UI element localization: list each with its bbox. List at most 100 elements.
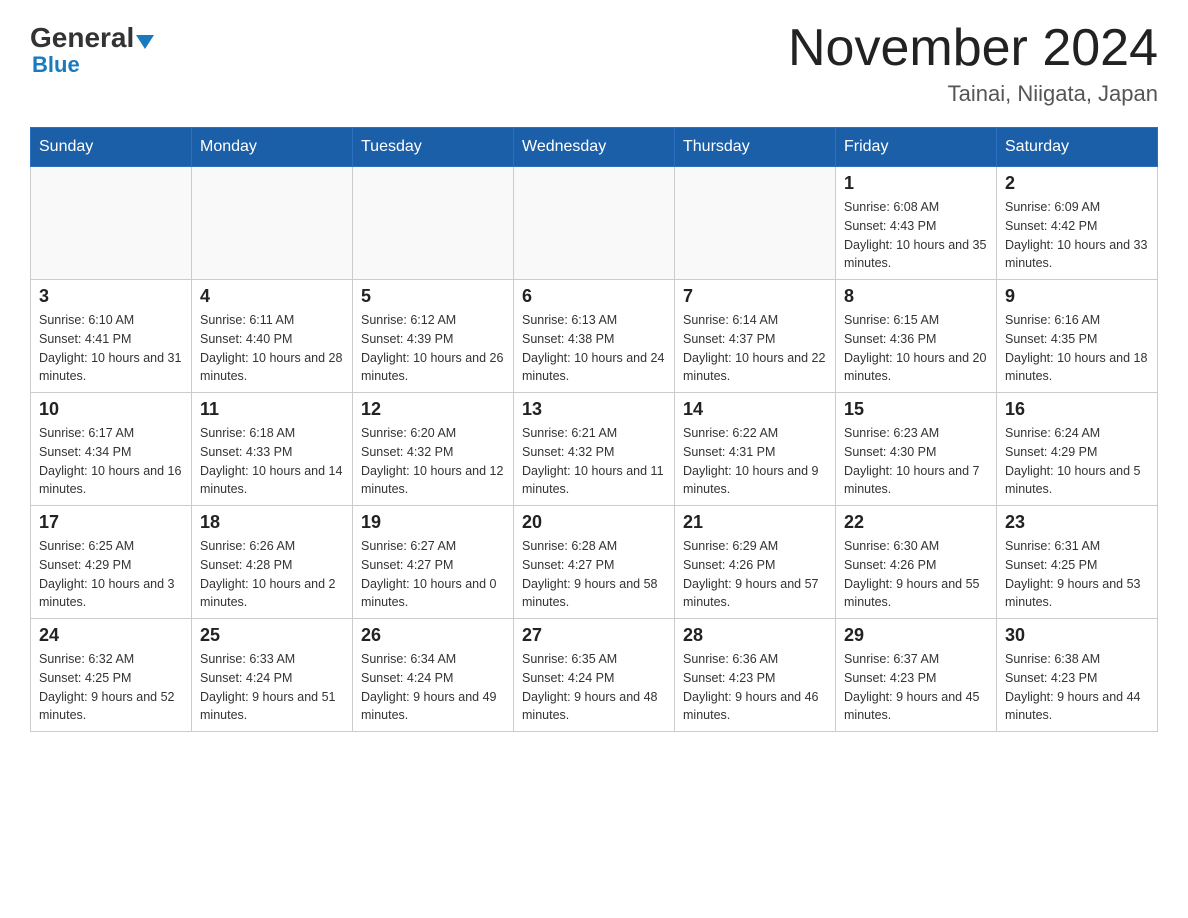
day-number: 8 xyxy=(844,286,988,307)
calendar-cell: 9 Sunrise: 6:16 AM Sunset: 4:35 PM Daylig… xyxy=(997,280,1158,393)
weekday-header-monday: Monday xyxy=(192,128,353,167)
calendar-cell: 29 Sunrise: 6:37 AM Sunset: 4:23 PM Dayli… xyxy=(836,619,997,732)
day-number: 9 xyxy=(1005,286,1149,307)
day-info: Sunrise: 6:17 AM Sunset: 4:34 PM Dayligh… xyxy=(39,424,183,499)
calendar-cell: 26 Sunrise: 6:34 AM Sunset: 4:24 PM Dayli… xyxy=(353,619,514,732)
calendar-cell: 16Sunrise: 6:24 AM Sunset: 4:29 PM Dayli… xyxy=(997,393,1158,506)
day-info: Sunrise: 6:13 AM Sunset: 4:38 PM Dayligh… xyxy=(522,311,666,386)
day-info: Sunrise: 6:21 AM Sunset: 4:32 PM Dayligh… xyxy=(522,424,666,499)
weekday-header-row: SundayMondayTuesdayWednesdayThursdayFrid… xyxy=(31,128,1158,167)
calendar-cell: 25 Sunrise: 6:33 AM Sunset: 4:24 PM Dayli… xyxy=(192,619,353,732)
logo: General Blue xyxy=(30,20,154,78)
calendar-cell: 30 Sunrise: 6:38 AM Sunset: 4:23 PM Dayli… xyxy=(997,619,1158,732)
week-row-5: 24 Sunrise: 6:32 AM Sunset: 4:25 PM Dayli… xyxy=(31,619,1158,732)
calendar-body: 1 Sunrise: 6:08 AM Sunset: 4:43 PM Daylig… xyxy=(31,167,1158,732)
header: General Blue November 2024 Tainai, Niiga… xyxy=(30,20,1158,107)
day-number: 25 xyxy=(200,625,344,646)
day-info: Sunrise: 6:29 AM Sunset: 4:26 PM Dayligh… xyxy=(683,537,827,612)
logo-triangle-icon xyxy=(136,24,154,56)
day-number: 28 xyxy=(683,625,827,646)
calendar-cell: 22Sunrise: 6:30 AM Sunset: 4:26 PM Dayli… xyxy=(836,506,997,619)
day-info: Sunrise: 6:32 AM Sunset: 4:25 PM Dayligh… xyxy=(39,650,183,725)
calendar-cell: 5 Sunrise: 6:12 AM Sunset: 4:39 PM Daylig… xyxy=(353,280,514,393)
day-info: Sunrise: 6:26 AM Sunset: 4:28 PM Dayligh… xyxy=(200,537,344,612)
calendar-cell: 20 Sunrise: 6:28 AM Sunset: 4:27 PM Dayli… xyxy=(514,506,675,619)
weekday-header-wednesday: Wednesday xyxy=(514,128,675,167)
week-row-1: 1 Sunrise: 6:08 AM Sunset: 4:43 PM Daylig… xyxy=(31,167,1158,280)
day-info: Sunrise: 6:31 AM Sunset: 4:25 PM Dayligh… xyxy=(1005,537,1149,612)
calendar-cell: 18 Sunrise: 6:26 AM Sunset: 4:28 PM Dayli… xyxy=(192,506,353,619)
day-number: 14 xyxy=(683,399,827,420)
day-info: Sunrise: 6:18 AM Sunset: 4:33 PM Dayligh… xyxy=(200,424,344,499)
day-number: 3 xyxy=(39,286,183,307)
week-row-2: 3 Sunrise: 6:10 AM Sunset: 4:41 PM Daylig… xyxy=(31,280,1158,393)
title-area: November 2024 Tainai, Niigata, Japan xyxy=(788,20,1158,107)
day-number: 18 xyxy=(200,512,344,533)
day-info: Sunrise: 6:23 AM Sunset: 4:30 PM Dayligh… xyxy=(844,424,988,499)
day-info: Sunrise: 6:33 AM Sunset: 4:24 PM Dayligh… xyxy=(200,650,344,725)
calendar-cell: 3 Sunrise: 6:10 AM Sunset: 4:41 PM Daylig… xyxy=(31,280,192,393)
weekday-header-saturday: Saturday xyxy=(997,128,1158,167)
calendar-cell: 15 Sunrise: 6:23 AM Sunset: 4:30 PM Dayli… xyxy=(836,393,997,506)
day-info: Sunrise: 6:36 AM Sunset: 4:23 PM Dayligh… xyxy=(683,650,827,725)
day-number: 19 xyxy=(361,512,505,533)
day-number: 13 xyxy=(522,399,666,420)
calendar-cell xyxy=(31,167,192,280)
day-info: Sunrise: 6:09 AM Sunset: 4:42 PM Dayligh… xyxy=(1005,198,1149,273)
calendar-cell: 6Sunrise: 6:13 AM Sunset: 4:38 PM Daylig… xyxy=(514,280,675,393)
day-number: 10 xyxy=(39,399,183,420)
weekday-header-tuesday: Tuesday xyxy=(353,128,514,167)
day-info: Sunrise: 6:37 AM Sunset: 4:23 PM Dayligh… xyxy=(844,650,988,725)
calendar-cell: 12Sunrise: 6:20 AM Sunset: 4:32 PM Dayli… xyxy=(353,393,514,506)
day-number: 2 xyxy=(1005,173,1149,194)
week-row-3: 10 Sunrise: 6:17 AM Sunset: 4:34 PM Dayli… xyxy=(31,393,1158,506)
day-info: Sunrise: 6:15 AM Sunset: 4:36 PM Dayligh… xyxy=(844,311,988,386)
day-number: 11 xyxy=(200,399,344,420)
day-info: Sunrise: 6:38 AM Sunset: 4:23 PM Dayligh… xyxy=(1005,650,1149,725)
day-info: Sunrise: 6:12 AM Sunset: 4:39 PM Dayligh… xyxy=(361,311,505,386)
calendar-cell: 17Sunrise: 6:25 AM Sunset: 4:29 PM Dayli… xyxy=(31,506,192,619)
day-number: 20 xyxy=(522,512,666,533)
calendar-cell: 24 Sunrise: 6:32 AM Sunset: 4:25 PM Dayli… xyxy=(31,619,192,732)
day-info: Sunrise: 6:25 AM Sunset: 4:29 PM Dayligh… xyxy=(39,537,183,612)
day-number: 23 xyxy=(1005,512,1149,533)
calendar-cell xyxy=(192,167,353,280)
day-number: 30 xyxy=(1005,625,1149,646)
logo-blue-text: Blue xyxy=(30,52,80,78)
logo-general-text: General xyxy=(30,20,154,56)
day-number: 26 xyxy=(361,625,505,646)
calendar-cell: 19Sunrise: 6:27 AM Sunset: 4:27 PM Dayli… xyxy=(353,506,514,619)
calendar-cell xyxy=(675,167,836,280)
calendar-cell: 7Sunrise: 6:14 AM Sunset: 4:37 PM Daylig… xyxy=(675,280,836,393)
day-info: Sunrise: 6:10 AM Sunset: 4:41 PM Dayligh… xyxy=(39,311,183,386)
day-info: Sunrise: 6:11 AM Sunset: 4:40 PM Dayligh… xyxy=(200,311,344,386)
day-info: Sunrise: 6:28 AM Sunset: 4:27 PM Dayligh… xyxy=(522,537,666,612)
day-number: 15 xyxy=(844,399,988,420)
calendar-title: November 2024 xyxy=(788,20,1158,77)
calendar-cell xyxy=(514,167,675,280)
calendar-cell: 1 Sunrise: 6:08 AM Sunset: 4:43 PM Daylig… xyxy=(836,167,997,280)
day-number: 5 xyxy=(361,286,505,307)
calendar-cell: 11 Sunrise: 6:18 AM Sunset: 4:33 PM Dayli… xyxy=(192,393,353,506)
calendar-cell: 8 Sunrise: 6:15 AM Sunset: 4:36 PM Daylig… xyxy=(836,280,997,393)
weekday-header-thursday: Thursday xyxy=(675,128,836,167)
day-info: Sunrise: 6:08 AM Sunset: 4:43 PM Dayligh… xyxy=(844,198,988,273)
day-info: Sunrise: 6:34 AM Sunset: 4:24 PM Dayligh… xyxy=(361,650,505,725)
day-number: 22 xyxy=(844,512,988,533)
calendar-cell: 2 Sunrise: 6:09 AM Sunset: 4:42 PM Daylig… xyxy=(997,167,1158,280)
day-info: Sunrise: 6:24 AM Sunset: 4:29 PM Dayligh… xyxy=(1005,424,1149,499)
calendar-cell: 21Sunrise: 6:29 AM Sunset: 4:26 PM Dayli… xyxy=(675,506,836,619)
day-number: 1 xyxy=(844,173,988,194)
day-number: 29 xyxy=(844,625,988,646)
weekday-header-friday: Friday xyxy=(836,128,997,167)
calendar-header: SundayMondayTuesdayWednesdayThursdayFrid… xyxy=(31,128,1158,167)
calendar-cell: 4Sunrise: 6:11 AM Sunset: 4:40 PM Daylig… xyxy=(192,280,353,393)
calendar-cell: 13 Sunrise: 6:21 AM Sunset: 4:32 PM Dayli… xyxy=(514,393,675,506)
day-number: 7 xyxy=(683,286,827,307)
day-info: Sunrise: 6:16 AM Sunset: 4:35 PM Dayligh… xyxy=(1005,311,1149,386)
calendar-cell: 10 Sunrise: 6:17 AM Sunset: 4:34 PM Dayli… xyxy=(31,393,192,506)
day-number: 24 xyxy=(39,625,183,646)
calendar-cell: 27Sunrise: 6:35 AM Sunset: 4:24 PM Dayli… xyxy=(514,619,675,732)
calendar-cell: 23 Sunrise: 6:31 AM Sunset: 4:25 PM Dayli… xyxy=(997,506,1158,619)
week-row-4: 17Sunrise: 6:25 AM Sunset: 4:29 PM Dayli… xyxy=(31,506,1158,619)
